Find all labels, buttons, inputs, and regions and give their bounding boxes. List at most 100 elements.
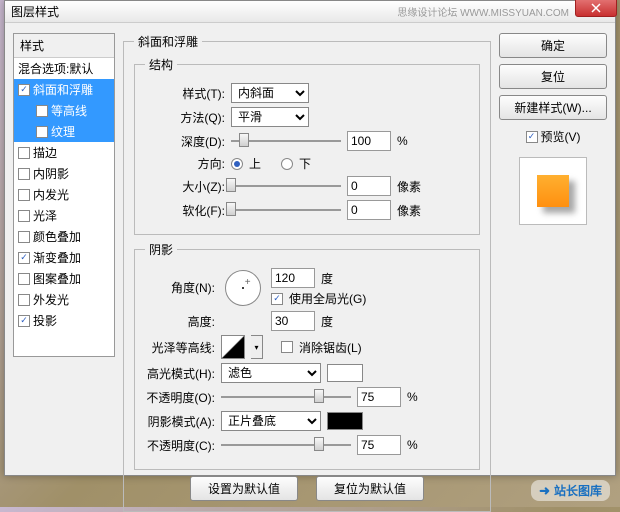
style-label: 外发光: [33, 291, 69, 308]
highlight-color-swatch[interactable]: [327, 364, 363, 382]
style-checkbox[interactable]: [36, 105, 48, 117]
style-label: 颜色叠加: [33, 228, 81, 245]
angle-input[interactable]: [271, 268, 315, 288]
style-checkbox[interactable]: [18, 273, 30, 285]
angle-dial[interactable]: +: [225, 270, 261, 306]
blend-options-label: 混合选项:默认: [18, 60, 93, 77]
shadow-opacity-slider[interactable]: [221, 437, 351, 453]
global-light-checkbox[interactable]: [271, 293, 283, 305]
shadow-opacity-input[interactable]: [357, 435, 401, 455]
size-slider[interactable]: [231, 178, 341, 194]
structure-title: 结构: [145, 56, 177, 73]
style-checkbox[interactable]: [18, 189, 30, 201]
style-label: 样式(T):: [145, 85, 225, 102]
pct-unit: %: [407, 390, 418, 404]
shadow-mode-select[interactable]: 正片叠底: [221, 411, 321, 431]
style-checkbox[interactable]: [36, 126, 48, 138]
preview-checkbox[interactable]: [526, 131, 538, 143]
style-item-10[interactable]: 外发光: [14, 289, 114, 310]
style-label: 光泽: [33, 207, 57, 224]
depth-input[interactable]: [347, 131, 391, 151]
preview-swatch: [537, 175, 569, 207]
style-label: 纹理: [51, 123, 75, 140]
pct-unit-2: %: [407, 438, 418, 452]
style-label: 渐变叠加: [33, 249, 81, 266]
titlebar: 图层样式 思缘设计论坛 WWW.MISSYUAN.COM: [5, 1, 615, 23]
direction-up-radio[interactable]: [231, 158, 243, 170]
highlight-mode-label: 高光模式(H):: [145, 365, 215, 382]
style-item-6[interactable]: 光泽: [14, 205, 114, 226]
layer-style-dialog: 图层样式 思缘设计论坛 WWW.MISSYUAN.COM 样式 混合选项:默认 …: [4, 0, 616, 476]
watermark-text: 思缘设计论坛 WWW.MISSYUAN.COM: [397, 4, 569, 19]
shadow-color-swatch[interactable]: [327, 412, 363, 430]
settings-column: 斜面和浮雕 结构 样式(T): 内斜面 方法(Q): 平滑 深度(D):: [123, 33, 491, 465]
default-buttons-row: 设置为默认值 复位为默认值: [134, 476, 480, 501]
blend-options-row[interactable]: 混合选项:默认: [14, 58, 114, 79]
styles-header: 样式: [14, 34, 114, 58]
style-checkbox[interactable]: [18, 210, 30, 222]
direction-down-radio[interactable]: [281, 158, 293, 170]
style-checkbox[interactable]: [18, 252, 30, 264]
footer-text: 站长图库: [554, 482, 602, 499]
method-select[interactable]: 平滑: [231, 107, 309, 127]
style-item-0[interactable]: 斜面和浮雕: [14, 79, 114, 100]
highlight-opacity-input[interactable]: [357, 387, 401, 407]
styles-column: 样式 混合选项:默认 斜面和浮雕等高线纹理描边内阴影内发光光泽颜色叠加渐变叠加图…: [13, 33, 115, 465]
style-item-4[interactable]: 内阴影: [14, 163, 114, 184]
footer-logo: 站长图库: [531, 480, 610, 501]
size-input[interactable]: [347, 176, 391, 196]
style-checkbox[interactable]: [18, 315, 30, 327]
style-label: 等高线: [51, 102, 87, 119]
contour-swatch[interactable]: [221, 335, 245, 359]
style-select[interactable]: 内斜面: [231, 83, 309, 103]
style-item-3[interactable]: 描边: [14, 142, 114, 163]
style-checkbox[interactable]: [18, 147, 30, 159]
angle-label: 角度(N):: [145, 279, 215, 296]
style-checkbox[interactable]: [18, 168, 30, 180]
style-item-9[interactable]: 图案叠加: [14, 268, 114, 289]
cancel-button[interactable]: 复位: [499, 64, 607, 89]
style-label: 内阴影: [33, 165, 69, 182]
contour-dropdown[interactable]: ▾: [251, 335, 263, 359]
style-label: 内发光: [33, 186, 69, 203]
altitude-input[interactable]: [271, 311, 315, 331]
direction-up-label: 上: [249, 155, 261, 172]
highlight-opacity-label: 不透明度(O):: [145, 389, 215, 406]
action-column: 确定 复位 新建样式(W)... 预览(V): [499, 33, 607, 465]
depth-slider[interactable]: [231, 133, 341, 149]
structure-group: 结构 样式(T): 内斜面 方法(Q): 平滑 深度(D): %: [134, 56, 480, 235]
global-light-label: 使用全局光(G): [289, 290, 366, 307]
style-checkbox[interactable]: [18, 294, 30, 306]
reset-default-button[interactable]: 复位为默认值: [316, 476, 424, 501]
style-item-1[interactable]: 等高线: [14, 100, 114, 121]
soften-slider[interactable]: [231, 202, 341, 218]
shadow-opacity-label: 不透明度(C):: [145, 437, 215, 454]
style-item-2[interactable]: 纹理: [14, 121, 114, 142]
highlight-mode-select[interactable]: 滤色: [221, 363, 321, 383]
style-item-11[interactable]: 投影: [14, 310, 114, 331]
shadow-mode-label: 阴影模式(A):: [145, 413, 215, 430]
make-default-button[interactable]: 设置为默认值: [190, 476, 298, 501]
style-label: 图案叠加: [33, 270, 81, 287]
soften-input[interactable]: [347, 200, 391, 220]
angle-unit: 度: [321, 270, 333, 287]
style-item-7[interactable]: 颜色叠加: [14, 226, 114, 247]
highlight-opacity-slider[interactable]: [221, 389, 351, 405]
altitude-label: 高度:: [145, 313, 215, 330]
style-item-8[interactable]: 渐变叠加: [14, 247, 114, 268]
style-checkbox[interactable]: [18, 231, 30, 243]
new-style-button[interactable]: 新建样式(W)...: [499, 95, 607, 120]
bevel-emboss-group: 斜面和浮雕 结构 样式(T): 内斜面 方法(Q): 平滑 深度(D):: [123, 33, 491, 512]
contour-label: 光泽等高线:: [145, 339, 215, 356]
style-label: 斜面和浮雕: [33, 81, 93, 98]
shading-title: 阴影: [145, 241, 177, 258]
style-checkbox[interactable]: [18, 84, 30, 96]
antialiased-checkbox[interactable]: [281, 341, 293, 353]
close-button[interactable]: [575, 0, 617, 17]
direction-down-label: 下: [299, 155, 311, 172]
style-item-5[interactable]: 内发光: [14, 184, 114, 205]
style-label: 投影: [33, 312, 57, 329]
preview-box: [519, 157, 587, 225]
ok-button[interactable]: 确定: [499, 33, 607, 58]
window-title: 图层样式: [11, 3, 397, 20]
